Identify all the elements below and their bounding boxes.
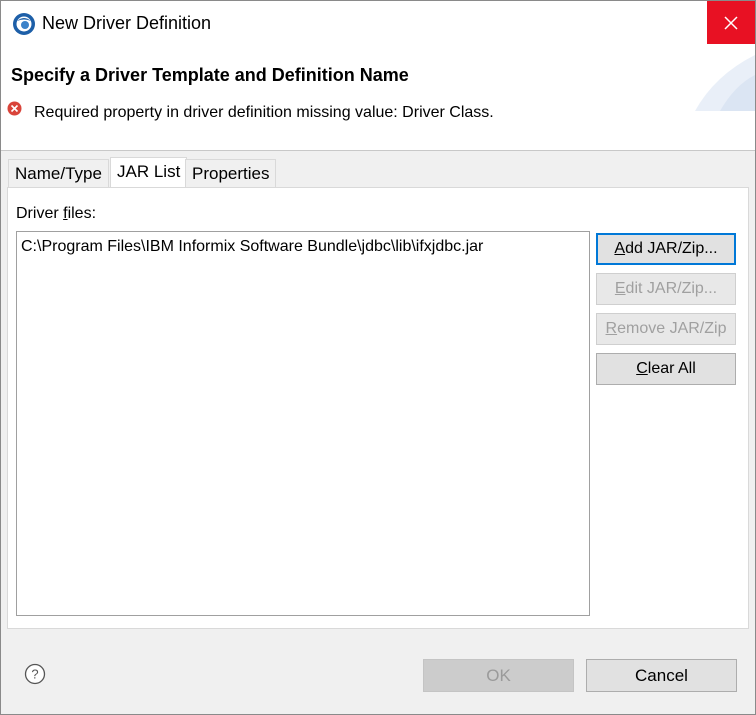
list-item[interactable]: C:\Program Files\IBM Informix Software B… [21,238,483,256]
tab-name-type[interactable]: Name/Type [8,159,109,187]
banner-decoration [695,55,755,111]
edit-jar-button[interactable]: Edit JAR/Zip... [596,273,736,305]
page-title: Specify a Driver Template and Definition… [11,65,409,85]
close-icon [724,15,738,30]
driver-files-label: Driver files: [16,205,97,222]
error-icon [7,101,22,116]
error-message: Required property in driver definition m… [34,104,494,121]
tab-label: JAR List [117,162,181,181]
help-icon[interactable]: ? [24,663,46,685]
remove-jar-button[interactable]: Remove JAR/Zip [596,313,736,345]
tab-jar-list[interactable]: JAR List [110,157,188,187]
clear-all-button[interactable]: Clear All [596,353,736,385]
driver-files-list[interactable]: C:\Program Files\IBM Informix Software B… [16,231,590,616]
cancel-button[interactable]: Cancel [586,659,737,692]
add-jar-button[interactable]: Add JAR/Zip... [596,233,736,265]
close-button[interactable] [707,1,755,44]
window-title: New Driver Definition [42,13,212,33]
ok-button[interactable]: OK [423,659,574,692]
title-bar: New Driver Definition [1,1,755,45]
svg-text:?: ? [31,667,38,682]
dialog-window: New Driver Definition Specify a Driver T… [0,0,756,715]
tab-label: Properties [192,164,270,183]
tab-label: Name/Type [15,164,102,183]
app-eclipse-icon [13,13,35,35]
header-banner: Specify a Driver Template and Definition… [1,45,755,151]
tab-properties[interactable]: Properties [185,159,277,187]
